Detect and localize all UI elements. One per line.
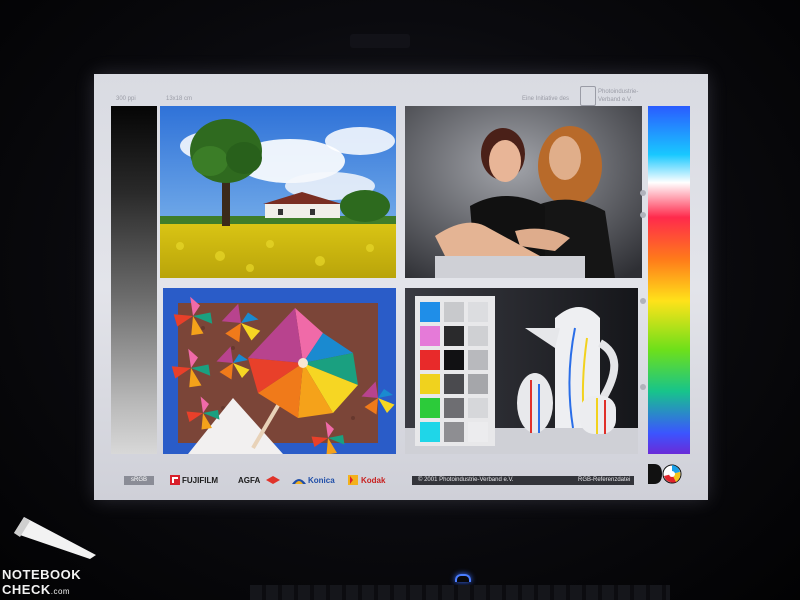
- ramp-marker: [640, 190, 646, 196]
- ramp-marker: [640, 212, 646, 218]
- photo-portrait: [405, 106, 642, 278]
- copyright-label: © 2001 Photoindustrie-Verband e.V.: [418, 477, 514, 483]
- ramp-marker: [640, 384, 646, 390]
- watermark-line1: NOTEBOOK: [2, 567, 82, 582]
- konica-logo-icon: [292, 479, 306, 484]
- watermark-suffix: .com: [50, 587, 71, 596]
- konica-brand: Konica: [308, 476, 335, 485]
- fujifilm-logo-icon: [170, 475, 180, 485]
- agfa-logo-icon: [266, 476, 280, 484]
- photo-landscape: [160, 106, 396, 278]
- photo-pinwheels: [163, 288, 396, 454]
- print-size-label: 13x18 cm: [166, 96, 193, 102]
- photo-still-life: [405, 288, 638, 454]
- watermark-check: CHECK: [2, 582, 51, 597]
- kodak-logo-icon: [348, 475, 358, 485]
- header-logo-icon: [580, 86, 596, 106]
- notebookcheck-watermark: NOTEBOOK CHECK.com: [0, 515, 110, 600]
- srgb-label: sRGB: [124, 476, 154, 485]
- watermark-line2: CHECK.com: [2, 582, 70, 597]
- ramp-marker: [640, 298, 646, 304]
- color-spectrum-ramp: [648, 106, 690, 454]
- agfa-brand: AGFA: [238, 476, 261, 485]
- power-led-icon: [455, 574, 471, 582]
- grayscale-ramp: [111, 106, 157, 454]
- reference-file-label: RGB-Referenzdatei: [578, 477, 631, 483]
- initiative-label: Eine Initiative des: [522, 96, 570, 102]
- do-logo-icon: [648, 464, 682, 484]
- org-name-label: Photoindustrie-Verband e.V.: [598, 89, 639, 103]
- fujifilm-brand: FUJIFILM: [182, 476, 218, 485]
- kodak-brand: Kodak: [361, 476, 386, 485]
- bezel-brand-plate: [350, 34, 410, 48]
- pen-icon: [14, 517, 96, 559]
- resolution-label: 300 ppi: [116, 96, 136, 102]
- keyboard-edge: [250, 585, 670, 600]
